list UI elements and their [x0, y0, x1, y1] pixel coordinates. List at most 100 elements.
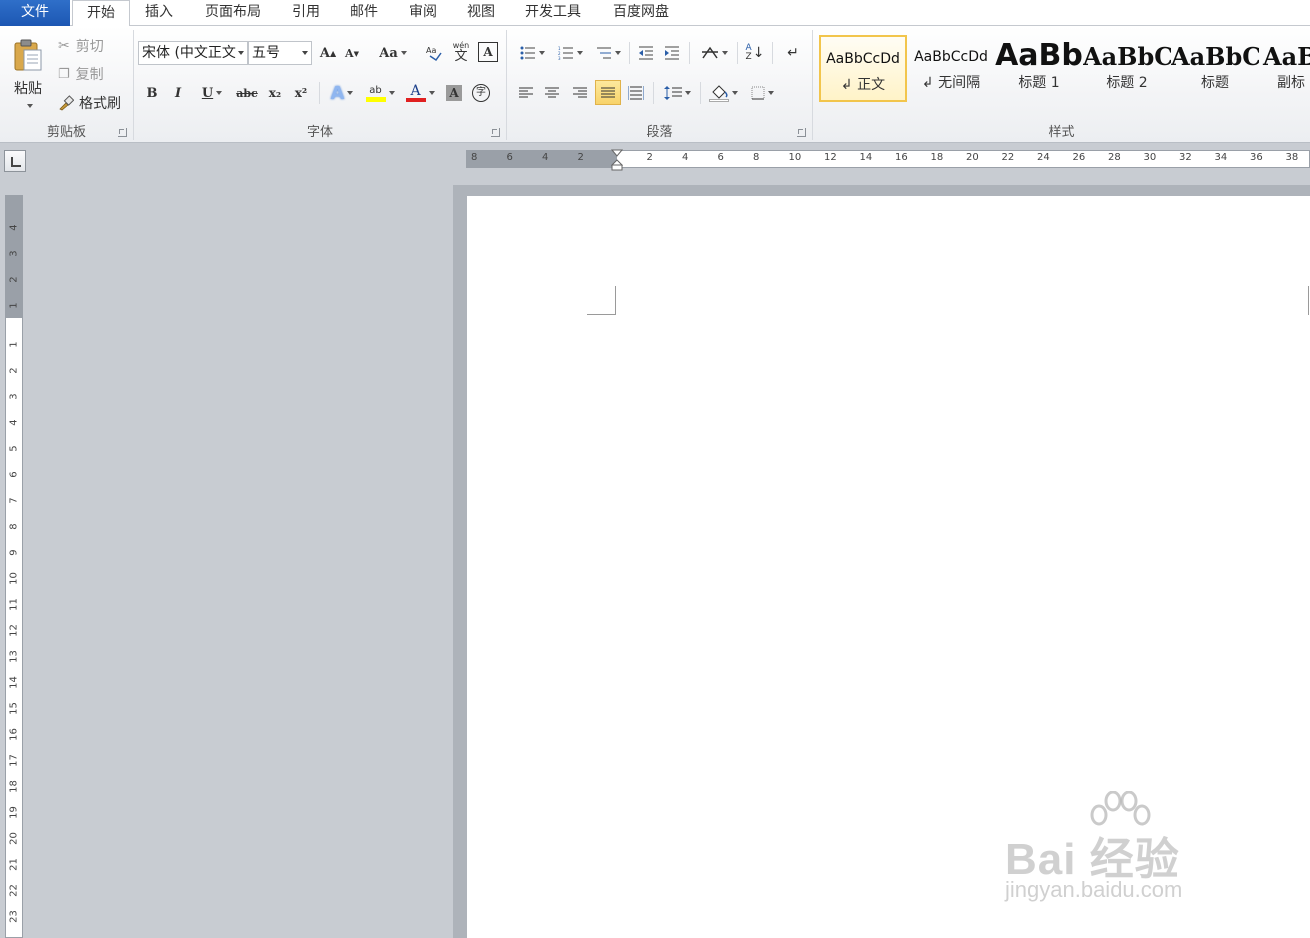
- paragraph-group: 123 A Z ↓ ↵ 段落: [507, 26, 812, 143]
- cut-button[interactable]: ✂ 剪切: [58, 36, 104, 56]
- tab-home[interactable]: 开始: [72, 0, 130, 27]
- subscript-button[interactable]: x₂: [264, 83, 286, 103]
- bullets-icon: [520, 46, 535, 60]
- multilevel-list-button[interactable]: [591, 43, 625, 63]
- chinese-layout-button[interactable]: [697, 43, 731, 63]
- tab-references[interactable]: 引用: [283, 0, 329, 26]
- font-name-dropdown-icon[interactable]: [238, 51, 244, 55]
- copy-label: 复制: [75, 67, 104, 83]
- font-name-combo[interactable]: 宋体 (中文正文: [138, 41, 248, 65]
- show-marks-button[interactable]: ↵: [783, 43, 803, 63]
- ruler-tick-label: 4: [542, 152, 549, 163]
- italic-button[interactable]: I: [168, 83, 188, 103]
- ruler-tick-label: 16: [8, 728, 20, 741]
- font-group: 宋体 (中文正文 五号 A ▲ A ▼ Aa Aa wén 文 A B I U ab…: [134, 26, 506, 143]
- phonetic-guide-icon: 文: [454, 48, 468, 64]
- text-effects-button[interactable]: A: [326, 82, 358, 104]
- change-case-button[interactable]: Aa: [378, 43, 408, 63]
- strikethrough-icon: abc: [236, 86, 258, 100]
- font-color-button[interactable]: A: [402, 82, 438, 104]
- tab-file[interactable]: 文件: [0, 0, 70, 26]
- font-size-dropdown-icon[interactable]: [302, 51, 308, 55]
- align-left-icon: [519, 87, 533, 98]
- font-size-value: 五号: [252, 45, 280, 61]
- ruler-tick-label: 32: [1179, 152, 1192, 163]
- highlight-button[interactable]: ab: [362, 82, 398, 104]
- horizontal-ruler[interactable]: 8 6 4 2 2 4 6 8 10 12 14 16 18 20 22 24 26 28 30 32 34 36 38: [466, 149, 1310, 171]
- ruler-tick-label: 22: [8, 884, 20, 897]
- ruler-tick-label: 36: [1250, 152, 1263, 163]
- vertical-ruler[interactable]: 4 3 2 1 1 2 3 4 5 6 7 8 9 10 11 12 13 14 15 16 17 18 19 20 21 22 2…: [5, 195, 23, 938]
- distributed-button[interactable]: [625, 82, 647, 104]
- style-sample: AaBbC: [1083, 42, 1171, 71]
- style-name: 副标: [1277, 75, 1305, 91]
- style-sample: AaBbC: [1171, 42, 1259, 71]
- separator: [700, 82, 701, 104]
- paste-label: 粘贴: [14, 81, 42, 97]
- format-painter-button[interactable]: 格式刷: [58, 93, 121, 113]
- ruler-tick-label: 38: [1285, 152, 1299, 163]
- bold-button[interactable]: B: [142, 83, 162, 103]
- enclose-characters-button[interactable]: 字: [470, 83, 492, 103]
- ribbon: 粘贴 ✂ 剪切 ❐ 复制 格式刷 剪贴板 宋体 (中文正文 五号 A ▲ A ▼…: [0, 26, 1310, 143]
- style-heading-2[interactable]: AaBbC 标题 2: [1083, 35, 1171, 102]
- tab-insert[interactable]: 插入: [136, 0, 182, 26]
- clipboard-launcher-icon[interactable]: [118, 128, 127, 137]
- font-color-swatch: [405, 98, 426, 102]
- style-subtitle[interactable]: AaB 副标: [1259, 35, 1310, 102]
- clear-format-button[interactable]: Aa: [424, 43, 444, 63]
- font-size-combo[interactable]: 五号: [248, 41, 312, 65]
- align-center-button[interactable]: [541, 82, 563, 104]
- align-right-button[interactable]: [569, 82, 591, 104]
- numbering-button[interactable]: 123: [553, 43, 587, 63]
- character-border-button[interactable]: A: [478, 42, 498, 62]
- ruler-tick-label: 9: [8, 549, 20, 556]
- align-left-button[interactable]: [515, 82, 537, 104]
- paste-dropdown-icon[interactable]: [26, 104, 33, 108]
- ruler-tick-label: 30: [1143, 152, 1157, 163]
- strikethrough-button[interactable]: abc: [234, 83, 260, 103]
- watermark-url: jingyan.baidu.com: [1005, 877, 1183, 902]
- justify-button[interactable]: [595, 80, 621, 105]
- tab-page-layout[interactable]: 页面布局: [195, 0, 271, 26]
- font-launcher-icon[interactable]: [491, 128, 500, 137]
- copy-button[interactable]: ❐ 复制: [58, 64, 104, 84]
- shading-button[interactable]: [705, 82, 741, 104]
- character-shading-button[interactable]: A: [444, 83, 464, 103]
- line-spacing-button[interactable]: [660, 82, 694, 104]
- bullets-button[interactable]: [515, 43, 549, 63]
- paste-button[interactable]: 粘贴: [6, 32, 50, 114]
- shrink-font-button[interactable]: A ▼: [342, 43, 362, 63]
- ruler-tick-label: 8: [471, 152, 478, 163]
- scissors-icon: ✂: [58, 38, 70, 54]
- ruler-tick-label: 4: [8, 224, 20, 231]
- style-title[interactable]: AaBbC 标题: [1171, 35, 1259, 102]
- tab-baidu-pan[interactable]: 百度网盘: [603, 0, 679, 26]
- style-no-spacing[interactable]: AaBbCcDd ↲ 无间隔: [907, 35, 995, 102]
- subscript-icon: x₂: [268, 86, 282, 100]
- tab-view[interactable]: 视图: [458, 0, 504, 26]
- borders-button[interactable]: [745, 82, 779, 104]
- tab-review[interactable]: 审阅: [400, 0, 446, 26]
- style-sample: AaB: [1263, 42, 1310, 71]
- paste-icon: [14, 39, 42, 71]
- superscript-button[interactable]: x²: [290, 83, 312, 103]
- styles-group-label: 样式: [1048, 125, 1075, 140]
- style-name: ↲ 无间隔: [921, 75, 981, 91]
- increase-indent-button[interactable]: [661, 43, 683, 63]
- decrease-indent-button[interactable]: [635, 43, 657, 63]
- paragraph-launcher-icon[interactable]: [797, 128, 806, 137]
- sort-button[interactable]: A Z ↓: [744, 42, 766, 64]
- ruler-tick-label: 8: [753, 152, 760, 163]
- grow-font-button[interactable]: A ▲: [318, 43, 338, 63]
- indent-marker-icon[interactable]: [611, 149, 623, 171]
- tab-selector-button[interactable]: [4, 150, 26, 172]
- style-heading-1[interactable]: AaBb 标题 1: [995, 35, 1083, 102]
- style-normal[interactable]: AaBbCcDd ↲ 正文: [819, 35, 907, 102]
- tab-developer[interactable]: 开发工具: [514, 0, 592, 26]
- ruler-tick-label: 13: [8, 650, 20, 663]
- phonetic-guide-button[interactable]: wén 文: [450, 41, 472, 63]
- font-name-value: 宋体 (中文正文: [142, 45, 236, 61]
- tab-mailings[interactable]: 邮件: [341, 0, 387, 26]
- underline-button[interactable]: U: [196, 83, 228, 103]
